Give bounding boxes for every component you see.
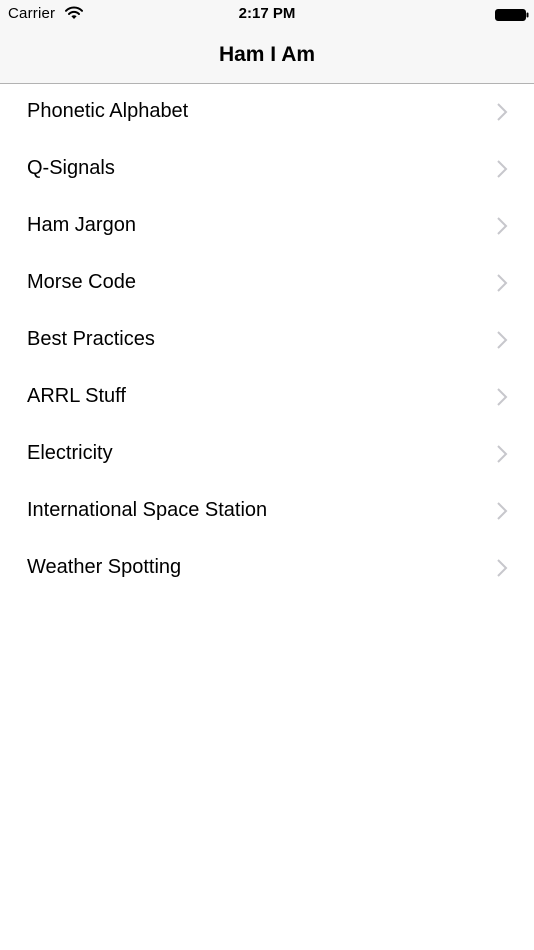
- list-item-label: Electricity: [27, 442, 113, 464]
- list-item-arrl-stuff[interactable]: ARRL Stuff: [0, 369, 534, 426]
- chevron-right-icon: [496, 444, 508, 464]
- list-item-international-space-station[interactable]: International Space Station: [0, 483, 534, 540]
- chevron-right-icon: [496, 330, 508, 350]
- list-item-label: Best Practices: [27, 328, 155, 350]
- chevron-right-icon: [496, 216, 508, 236]
- list-item-label: Morse Code: [27, 271, 136, 293]
- list-item-label: Ham Jargon: [27, 214, 136, 236]
- list-item-electricity[interactable]: Electricity: [0, 426, 534, 483]
- chevron-right-icon: [496, 102, 508, 122]
- list-item-weather-spotting[interactable]: Weather Spotting: [0, 540, 534, 597]
- battery-icon: [495, 8, 529, 21]
- menu-list: Phonetic Alphabet Q-Signals Ham Jargon M…: [0, 84, 534, 597]
- list-item-label: Phonetic Alphabet: [27, 100, 189, 122]
- list-item-label: Q-Signals: [27, 157, 115, 179]
- chevron-right-icon: [496, 387, 508, 407]
- navigation-bar: Carrier 2:17 PM Ham I Am: [0, 0, 534, 84]
- list-item-q-signals[interactable]: Q-Signals: [0, 141, 534, 198]
- list-item-best-practices[interactable]: Best Practices: [0, 312, 534, 369]
- list-item-ham-jargon[interactable]: Ham Jargon: [0, 198, 534, 255]
- status-bar: Carrier 2:17 PM: [0, 0, 534, 28]
- chevron-right-icon: [496, 159, 508, 179]
- list-item-morse-code[interactable]: Morse Code: [0, 255, 534, 312]
- clock: 2:17 PM: [238, 5, 296, 22]
- list-item-label: International Space Station: [27, 499, 268, 521]
- page-title: Ham I Am: [218, 43, 316, 66]
- list-item-label: ARRL Stuff: [27, 385, 126, 407]
- list-item-phonetic-alphabet[interactable]: Phonetic Alphabet: [0, 84, 534, 141]
- list-item-label: Weather Spotting: [27, 556, 182, 578]
- chevron-right-icon: [496, 273, 508, 293]
- chevron-right-icon: [496, 558, 508, 578]
- chevron-right-icon: [496, 501, 508, 521]
